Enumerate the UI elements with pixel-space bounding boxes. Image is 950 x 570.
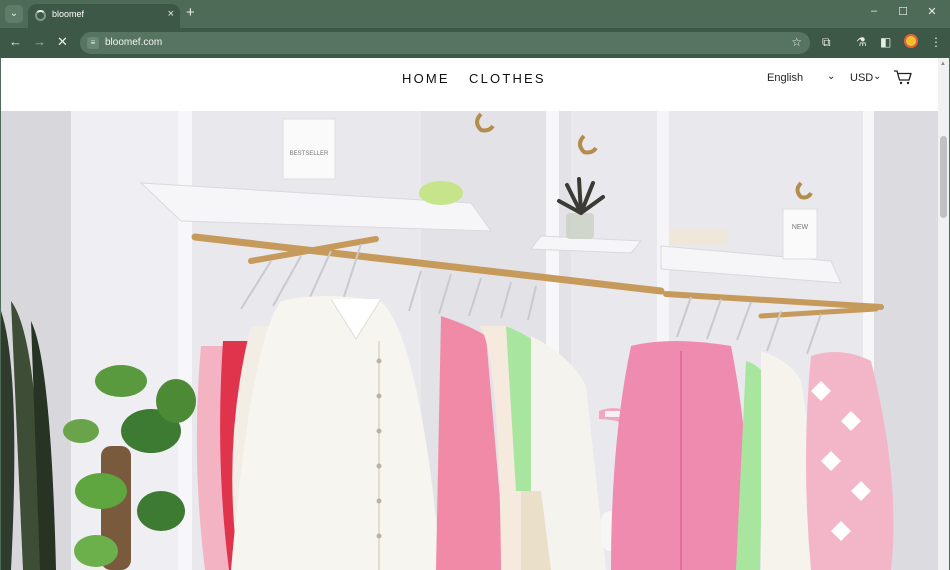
scroll-thumb[interactable] [940,136,947,218]
browser-toolbar: ← → ✕ ≡ bloomef.com ☆ ⧉ ⚗ ◧ ⋮ [0,28,950,58]
url-text[interactable]: bloomef.com [105,37,162,48]
labs-icon[interactable]: ⚗ [856,35,867,49]
currency-selector[interactable]: USD [850,72,873,84]
bestseller-sign: BESTSELLER [290,151,329,157]
kebab-menu-icon[interactable]: ⋮ [930,35,942,49]
extensions-icon[interactable]: ⧉ [822,35,831,49]
page-viewport: HOME CLOTHES English ⌄ USD ⌄ BESTSELLER … [1,58,938,570]
chevron-down-icon[interactable]: ⌄ [873,71,881,82]
profile-avatar-icon[interactable] [904,34,918,48]
new-tab-button[interactable]: + [186,5,195,21]
close-window-button[interactable]: ✕ [925,5,939,18]
tab-close-icon[interactable]: × [168,8,174,20]
language-selector[interactable]: English [767,72,803,84]
scroll-up-arrow-icon[interactable]: ▲ [940,61,946,67]
page-scrollbar[interactable]: ▲ [938,58,949,570]
cart-icon[interactable] [893,69,913,85]
back-icon[interactable]: ← [9,35,22,49]
stop-icon[interactable]: ✕ [57,35,68,49]
nav-clothes-link[interactable]: CLOTHES [469,71,546,86]
side-panel-icon[interactable]: ◧ [880,35,891,49]
tab-search-icon[interactable]: ⌄ [5,5,23,23]
maximize-button[interactable]: ☐ [896,5,910,18]
new-sign: NEW [792,224,809,231]
forward-icon[interactable]: → [33,35,46,49]
clothing-rack-illustration: BESTSELLER NEW [1,111,938,570]
hero-image: BESTSELLER NEW [1,111,938,570]
bookmark-star-icon[interactable]: ☆ [791,35,802,49]
nav-home-link[interactable]: HOME [402,71,450,86]
tab-strip: ⌄ bloomef × + – ☐ ✕ [0,0,950,28]
site-info-icon[interactable]: ≡ [87,37,99,49]
address-bar[interactable]: ≡ bloomef.com ☆ [80,32,810,54]
site-header: HOME CLOTHES English ⌄ USD ⌄ [1,58,938,111]
loading-spinner-icon [35,10,46,21]
minimize-button[interactable]: – [867,5,881,17]
tab-bloomef[interactable]: bloomef × [28,4,180,28]
tab-title: bloomef [52,9,85,19]
chevron-down-icon[interactable]: ⌄ [827,71,835,82]
